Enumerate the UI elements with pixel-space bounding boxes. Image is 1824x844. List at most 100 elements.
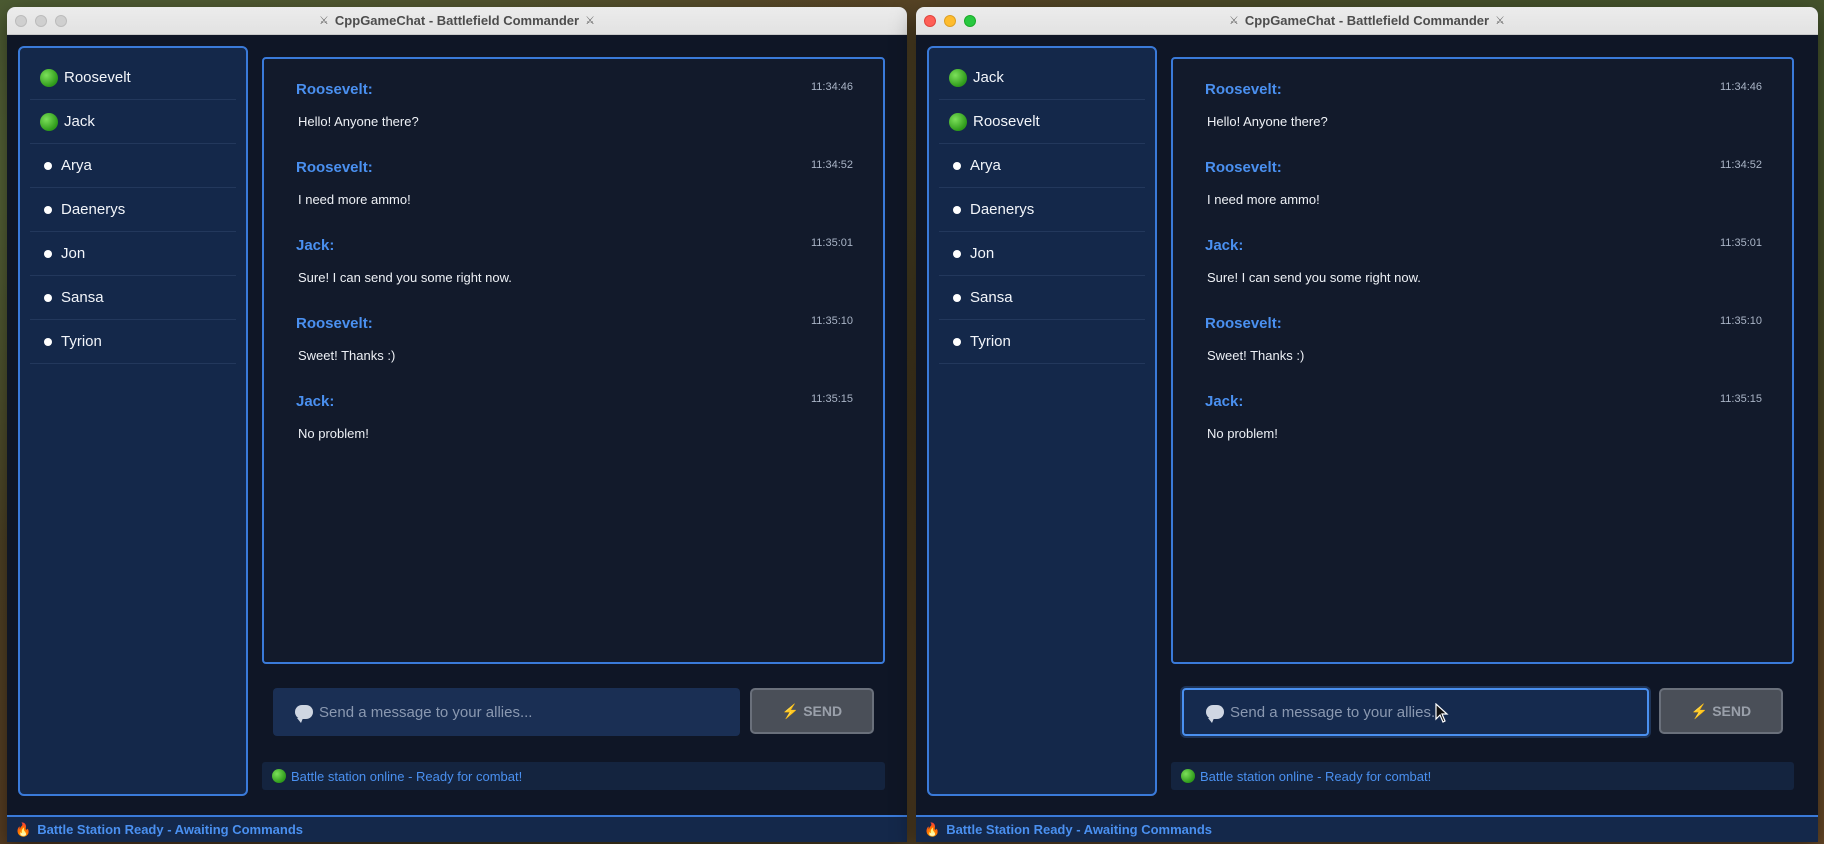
window-title-label: CppGameChat - Battlefield Commander [1244,13,1490,28]
user-item[interactable]: Tyrion [30,320,236,364]
online-status-icon [40,68,58,87]
message-timestamp: 11:35:01 [1719,237,1762,249]
message-text: No problem! [1207,426,1278,441]
chat-window-right: ⚔ CppGameChat - Battlefield Commander ⚔ … [916,7,1818,842]
user-item[interactable]: Roosevelt [30,56,236,100]
crossed-swords-icon: ⚔ [319,15,329,27]
send-button[interactable]: ⚡ SEND [1659,688,1783,734]
online-status-icon [949,112,967,131]
message-text: No problem! [298,426,369,441]
message-input-placeholder: Send a message to your allies... [319,703,533,721]
message-sender: Roosevelt: [296,315,373,332]
message-sender: Roosevelt: [1205,315,1282,332]
message-input[interactable]: Send a message to your allies... [273,688,740,736]
footer-status-bar: 🔥 Battle Station Ready - Awaiting Comman… [7,815,907,842]
chat-message: Jack: 11:35:15 No problem! [1205,385,1762,463]
message-sender: Roosevelt: [1205,81,1282,98]
chat-message: Roosevelt: 11:34:46 Hello! Anyone there? [1205,73,1762,151]
chat-message: Roosevelt: 11:35:10 Sweet! Thanks :) [296,307,853,385]
message-text: Hello! Anyone there? [298,114,419,129]
user-name: Tyrion [61,333,102,350]
online-status-icon [40,112,58,131]
user-name: Jon [970,245,995,262]
user-item[interactable]: Jack [939,56,1145,100]
user-name: Jack [973,69,1004,86]
message-sender: Jack: [296,393,335,410]
crossed-swords-icon: ⚔ [1229,15,1239,27]
online-status-icon [949,68,967,87]
chat-message: Jack: 11:35:15 No problem! [296,385,853,463]
footer-status-text: Battle Station Ready - Awaiting Commands [946,822,1213,837]
offline-status-icon [953,161,961,170]
user-item[interactable]: Arya [939,144,1145,188]
message-sender: Jack: [1205,237,1244,254]
user-item[interactable]: Daenerys [939,188,1145,232]
offline-status-icon [953,249,961,258]
flame-icon: 🔥 [15,821,32,837]
send-button[interactable]: ⚡ SEND [750,688,874,734]
user-name: Jon [61,245,86,262]
window-title: ⚔ CppGameChat - Battlefield Commander ⚔ [319,13,595,28]
message-text: I need more ammo! [298,192,411,207]
crossed-swords-icon: ⚔ [585,15,595,27]
close-window-button[interactable] [924,15,936,27]
window-title: ⚔ CppGameChat - Battlefield Commander ⚔ [1229,13,1505,28]
message-text: Sure! I can send you some right now. [298,270,512,285]
message-timestamp: 11:35:10 [810,315,853,327]
chat-message: Roosevelt: 11:34:52 I need more ammo! [1205,151,1762,229]
user-item[interactable]: Sansa [939,276,1145,320]
message-timestamp: 11:34:46 [810,81,853,93]
message-text: I need more ammo! [1207,192,1320,207]
connection-status: Battle station online - Ready for combat… [1171,762,1794,790]
message-timestamp: 11:35:15 [1719,393,1762,405]
user-item[interactable]: Daenerys [30,188,236,232]
crossed-swords-icon: ⚔ [1495,15,1505,27]
message-sender: Jack: [296,237,335,254]
user-name: Roosevelt [973,113,1040,130]
user-item[interactable]: Sansa [30,276,236,320]
window-title-label: CppGameChat - Battlefield Commander [334,13,580,28]
offline-status-icon [953,337,961,346]
offline-status-icon [44,337,52,346]
chat-message: Jack: 11:35:01 Sure! I can send you some… [1205,229,1762,307]
zoom-window-button[interactable] [964,15,976,27]
connection-status-text: Battle station online - Ready for combat… [291,768,523,784]
message-timestamp: 11:35:15 [810,393,853,405]
message-input[interactable]: Send a message to your allies... [1182,688,1649,736]
user-item[interactable]: Arya [30,144,236,188]
message-timestamp: 11:35:01 [810,237,853,249]
minimize-window-button[interactable] [35,15,47,27]
user-list: Jack Roosevelt Arya Daenerys Jon Sansa T… [927,46,1157,796]
footer-status-text: Battle Station Ready - Awaiting Commands [37,822,304,837]
chat-message: Jack: 11:35:01 Sure! I can send you some… [296,229,853,307]
user-item[interactable]: Tyrion [939,320,1145,364]
chat-message: Roosevelt: 11:34:52 I need more ammo! [296,151,853,229]
flame-icon: 🔥 [924,821,941,837]
chat-message: Roosevelt: 11:35:10 Sweet! Thanks :) [1205,307,1762,385]
user-item[interactable]: Jon [30,232,236,276]
window-controls [924,15,976,27]
close-window-button[interactable] [15,15,27,27]
message-text: Hello! Anyone there? [1207,114,1328,129]
title-bar[interactable]: ⚔ CppGameChat - Battlefield Commander ⚔ [916,7,1818,35]
zoom-window-button[interactable] [55,15,67,27]
offline-status-icon [953,205,961,214]
user-list: Roosevelt Jack Arya Daenerys Jon Sansa T… [18,46,248,796]
message-text: Sweet! Thanks :) [1207,348,1305,363]
title-bar[interactable]: ⚔ CppGameChat - Battlefield Commander ⚔ [7,7,907,35]
user-item[interactable]: Roosevelt [939,100,1145,144]
offline-status-icon [44,249,52,258]
offline-status-icon [44,205,52,214]
message-history[interactable]: Roosevelt: 11:34:46 Hello! Anyone there?… [1171,57,1794,664]
connection-status-text: Battle station online - Ready for combat… [1200,768,1432,784]
user-name: Roosevelt [64,69,131,86]
message-timestamp: 11:34:52 [1719,159,1762,171]
minimize-window-button[interactable] [944,15,956,27]
message-history[interactable]: Roosevelt: 11:34:46 Hello! Anyone there?… [262,57,885,664]
user-name: Arya [61,157,92,174]
user-item[interactable]: Jack [30,100,236,144]
user-name: Arya [970,157,1001,174]
user-item[interactable]: Jon [939,232,1145,276]
speech-bubble-icon [295,705,313,723]
message-input-placeholder: Send a message to your allies... [1230,703,1444,721]
